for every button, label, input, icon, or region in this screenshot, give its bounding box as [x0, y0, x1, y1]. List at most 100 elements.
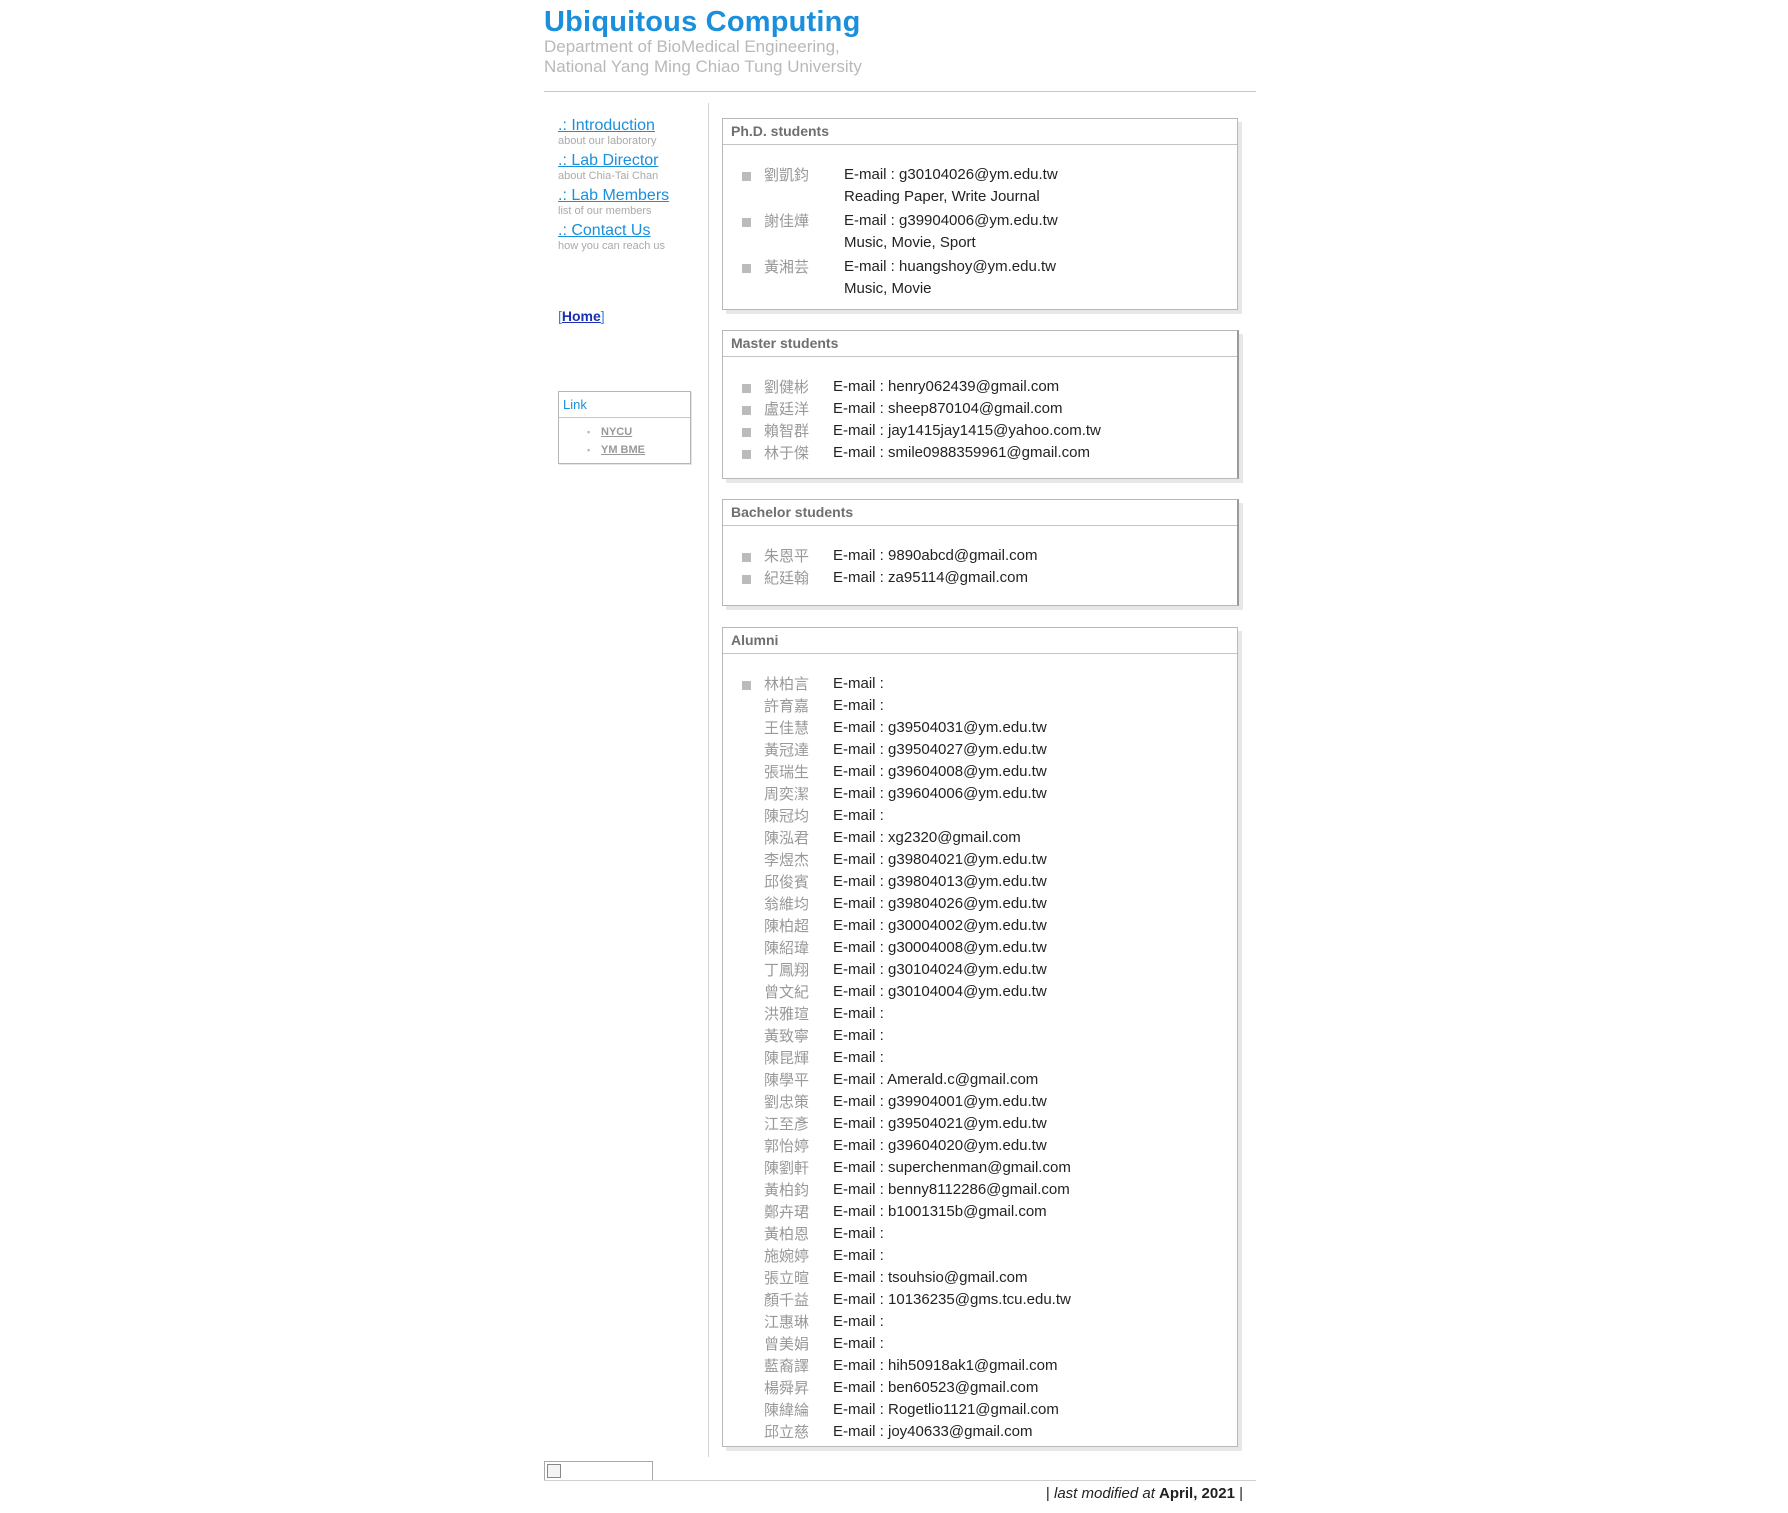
member-email: E-mail : [833, 675, 884, 692]
member-name: 顏千益 [764, 1291, 810, 1309]
bullet-square-icon [742, 553, 751, 562]
sidebar-divider [708, 103, 709, 1457]
member-email: E-mail : huangshoy@ym.edu.tw [844, 258, 1056, 275]
member-name: 江至彥 [764, 1115, 810, 1133]
master-list: 劉健彬 E-mail : henry062439@gmail.com 盧廷洋 E-ma… [723, 357, 1237, 464]
member-row: 黃致寧 E-mail : [723, 1025, 1237, 1047]
member-name: 曾文紀 [764, 983, 810, 1001]
bullet-square-icon [742, 681, 751, 690]
member-row: 洪雅瑄 E-mail : [723, 1003, 1237, 1025]
nav-link-contact-us[interactable]: .: Contact Us [558, 222, 650, 239]
bullet-square-icon [742, 384, 751, 393]
member-name: 陳柏超 [764, 917, 810, 935]
member-email: E-mail : 9890abcd@gmail.com [833, 547, 1038, 564]
member-name: 陳劉軒 [764, 1159, 810, 1177]
member-interests: Reading Paper, Write Journal [844, 188, 1040, 205]
member-row: 許育嘉 E-mail : [723, 695, 1237, 717]
member-name: 藍裔譯 [764, 1357, 810, 1375]
nav-link-lab-director[interactable]: .: Lab Director [558, 152, 658, 169]
member-row: 張立暄 E-mail : tsouhsio@gmail.com [723, 1267, 1237, 1289]
member-row: 江至彥 E-mail : g39504021@ym.edu.tw [723, 1113, 1237, 1135]
member-email: E-mail : jay1415jay1415@yahoo.com.tw [833, 422, 1101, 439]
member-name: 鄭卉珺 [764, 1203, 810, 1221]
member-name: 陳學平 [764, 1071, 810, 1089]
nav-item-lab-members: .: Lab Members list of our members [558, 187, 669, 218]
member-row: 林于傑 E-mail : smile0988359961@gmail.com [723, 442, 1237, 464]
member-email: E-mail : g39604006@ym.edu.tw [833, 785, 1047, 802]
member-row: 翁維均 E-mail : g39804026@ym.edu.tw [723, 893, 1237, 915]
link-box-title: Link [559, 392, 690, 418]
member-email: E-mail : g30104004@ym.edu.tw [833, 983, 1047, 1000]
member-name: 陳泓君 [764, 829, 810, 847]
panel-title: Ph.D. students [723, 119, 1237, 145]
member-name: 張瑞生 [764, 763, 810, 781]
link-item: NYCU [559, 423, 690, 441]
member-row: 劉健彬 E-mail : henry062439@gmail.com [723, 376, 1237, 398]
member-email: E-mail : g39904001@ym.edu.tw [833, 1093, 1047, 1110]
member-email: E-mail : g39604008@ym.edu.tw [833, 763, 1047, 780]
link-list: NYCU YM BME [559, 423, 690, 459]
member-row: 周奕潔 E-mail : g39604006@ym.edu.tw [723, 783, 1237, 805]
member-email: E-mail : hih50918ak1@gmail.com [833, 1357, 1058, 1374]
nav-link-introduction[interactable]: .: Introduction [558, 117, 655, 134]
member-name: 施婉婷 [764, 1247, 810, 1265]
home-link-wrapper: [Home] [558, 308, 605, 324]
phd-students-panel: Ph.D. students 劉凱鈞 E-mail : g30104026@ym.… [722, 118, 1238, 310]
member-name: 林于傑 [764, 444, 810, 462]
member-email: E-mail : za95114@gmail.com [833, 569, 1029, 586]
bullet-square-icon [742, 406, 751, 415]
member-row: 陳學平 E-mail : Amerald.c@gmail.com [723, 1069, 1237, 1091]
member-email: E-mail : [833, 1335, 884, 1352]
member-email: E-mail : [833, 697, 884, 714]
alumni-panel: Alumni 林柏言 E-mail : 許育嘉 E-mail : 王佳慧 E-mail :… [722, 627, 1238, 1447]
member-email: E-mail : g30004002@ym.edu.tw [833, 917, 1047, 934]
member-row: 張瑞生 E-mail : g39604008@ym.edu.tw [723, 761, 1237, 783]
bullet-square-icon [742, 575, 751, 584]
member-row: 曾美娟 E-mail : [723, 1333, 1237, 1355]
footer-pipe: | [1045, 1485, 1050, 1502]
nav-subtitle: list of our members [558, 205, 652, 217]
member-name: 紀廷翰 [764, 569, 810, 587]
member-email: E-mail : henry062439@gmail.com [833, 378, 1060, 395]
member-email: E-mail : g39804021@ym.edu.tw [833, 851, 1047, 868]
alumni-list: 林柏言 E-mail : 許育嘉 E-mail : 王佳慧 E-mail : g39504… [723, 654, 1237, 1443]
site-title: Ubiquitous Computing [544, 6, 861, 38]
member-email: E-mail : g39804013@ym.edu.tw [833, 873, 1047, 890]
bachelor-list: 朱恩平 E-mail : 9890abcd@gmail.com 紀廷翰 E-mail … [723, 526, 1237, 589]
bullet-square-icon [742, 450, 751, 459]
member-email: E-mail : [833, 1027, 884, 1044]
member-row: 陳柏超 E-mail : g30004002@ym.edu.tw [723, 915, 1237, 937]
link-nycu[interactable]: NYCU [601, 426, 632, 438]
member-name: 盧廷洋 [764, 400, 810, 418]
member-row: 郭怡婷 E-mail : g39604020@ym.edu.tw [723, 1135, 1237, 1157]
member-interests: Music, Movie, Sport [844, 234, 976, 251]
member-email: E-mail : [833, 807, 884, 824]
member-name: 郭怡婷 [764, 1137, 810, 1155]
member-name: 邱俊賓 [764, 873, 810, 891]
member-name: 許育嘉 [764, 697, 810, 715]
member-email: E-mail : g39904006@ym.edu.tw [844, 212, 1058, 229]
nav-link-lab-members[interactable]: .: Lab Members [558, 187, 669, 204]
footer-divider [544, 1480, 1256, 1481]
link-ym-bme[interactable]: YM BME [601, 444, 645, 456]
member-email: E-mail : 10136235@gms.tcu.edu.tw [833, 1291, 1071, 1308]
member-email: E-mail : [833, 1005, 884, 1022]
bullet-square-icon [742, 428, 751, 437]
member-email: E-mail : smile0988359961@gmail.com [833, 444, 1091, 461]
member-row: 藍裔譯 E-mail : hih50918ak1@gmail.com [723, 1355, 1237, 1377]
home-link[interactable]: Home [562, 308, 601, 324]
member-email: E-mail : b1001315b@gmail.com [833, 1203, 1047, 1220]
member-email: E-mail : g39604020@ym.edu.tw [833, 1137, 1047, 1154]
member-email: E-mail : g39504031@ym.edu.tw [833, 719, 1047, 736]
member-row: 陳緯綸 E-mail : Rogetlio1121@gmail.com [723, 1399, 1237, 1421]
member-row: 黃柏恩 E-mail : [723, 1223, 1237, 1245]
member-email: E-mail : tsouhsio@gmail.com [833, 1269, 1028, 1286]
member-row: 鄭卉珺 E-mail : b1001315b@gmail.com [723, 1201, 1237, 1223]
member-email: E-mail : g39504021@ym.edu.tw [833, 1115, 1047, 1132]
member-row: 邱立慈 E-mail : joy40633@gmail.com [723, 1421, 1237, 1443]
member-name: 劉健彬 [764, 378, 810, 396]
member-name: 江惠琳 [764, 1313, 810, 1331]
member-interests-row: Reading Paper, Write Journal [723, 186, 1237, 207]
member-name: 陳冠均 [764, 807, 810, 825]
member-row: 施婉婷 E-mail : [723, 1245, 1237, 1267]
